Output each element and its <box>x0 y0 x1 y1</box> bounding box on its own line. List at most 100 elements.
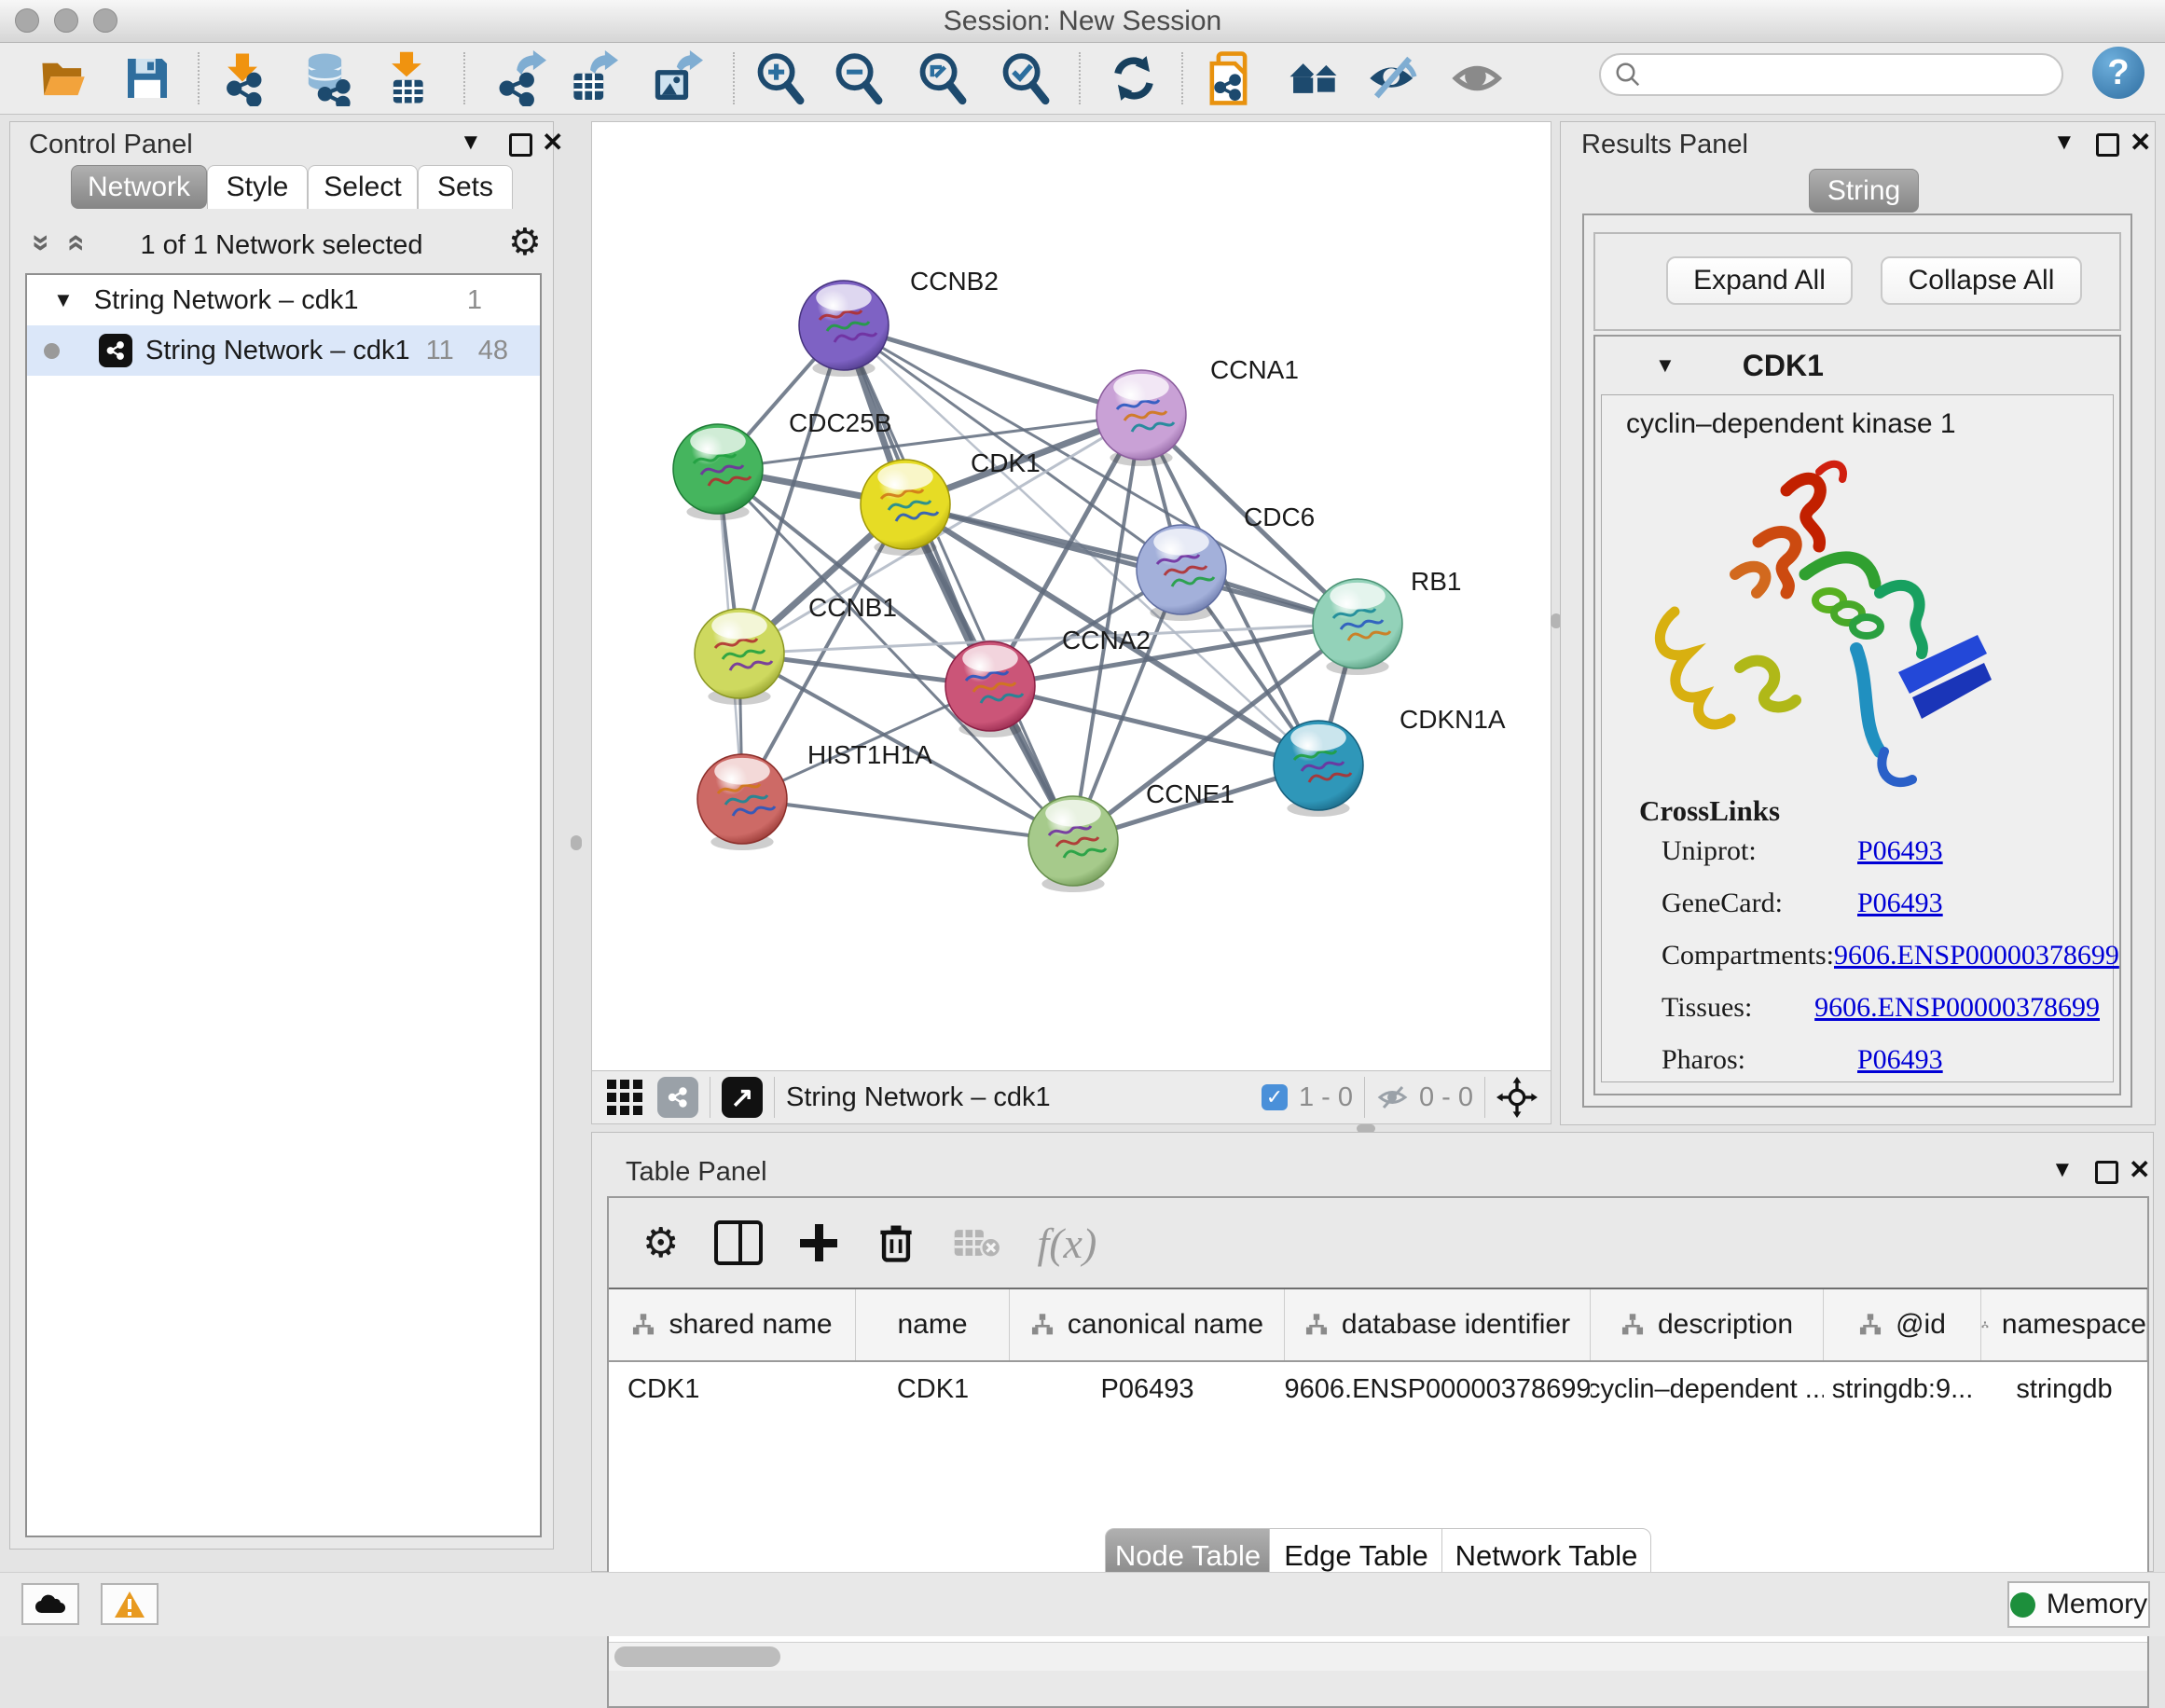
table-cell[interactable]: 9606.ENSP00000378699 <box>1285 1362 1591 1416</box>
delete-column-trash-icon[interactable] <box>875 1220 917 1265</box>
crosslink-label: Tissues: <box>1662 992 1814 1024</box>
table-panel-title: Table Panel <box>626 1157 767 1188</box>
crosslink-link[interactable]: 9606.ENSP00000378699 <box>1814 992 2100 1024</box>
export-image-button[interactable] <box>647 50 703 106</box>
collapse-all-button[interactable]: Collapse All <box>1881 256 2082 305</box>
copy-network-button[interactable] <box>1204 50 1260 106</box>
table-cell[interactable]: CDK1 <box>609 1362 856 1416</box>
zoom-in-button[interactable] <box>752 50 807 106</box>
results-panel-collapse-icon[interactable]: ▼ <box>2053 130 2075 156</box>
tab-string[interactable]: String <box>1809 169 1919 213</box>
selected-checkbox-icon[interactable]: ✓ <box>1262 1084 1288 1110</box>
delete-table-icon <box>953 1224 1001 1261</box>
control-panel-close-icon[interactable]: ✕ <box>542 130 563 156</box>
network-node-ccnb1[interactable]: CCNB1 <box>695 593 897 705</box>
control-panel-collapse-icon[interactable]: ▼ <box>460 130 482 156</box>
network-edge[interactable] <box>742 799 1073 841</box>
column-header--id[interactable]: @id <box>1824 1289 1981 1360</box>
expand-all-button[interactable]: Expand All <box>1666 256 1853 305</box>
network-node-rb1[interactable]: RB1 <box>1313 567 1461 675</box>
pan-crosshair-icon[interactable] <box>1496 1077 1538 1118</box>
toolbar-separator <box>733 52 735 104</box>
network-node-ccna1[interactable]: CCNA1 <box>1096 355 1299 466</box>
table-panel-close-icon[interactable]: ✕ <box>2129 1157 2150 1183</box>
table-cell[interactable]: stringdb <box>1981 1362 2147 1416</box>
control-panel-float-icon[interactable] <box>509 133 532 157</box>
import-network-file-button[interactable] <box>214 50 270 106</box>
network-node-cdc25b[interactable]: CDC25B <box>673 408 891 520</box>
shared-column-icon <box>1981 1313 1989 1337</box>
table-settings-gear-icon[interactable]: ⚙ <box>642 1219 679 1267</box>
zoom-fit-icon <box>915 51 969 105</box>
network-node-cdkn1a[interactable]: CDKN1A <box>1274 705 1506 817</box>
tab-select[interactable]: Select <box>308 165 418 209</box>
crosslink-link[interactable]: P06493 <box>1857 1044 1943 1076</box>
grid-view-icon[interactable] <box>607 1080 642 1115</box>
refresh-button[interactable] <box>1106 50 1162 106</box>
results-panel-float-icon[interactable] <box>2096 133 2119 157</box>
table-horizontal-scrollbar[interactable] <box>609 1642 2147 1671</box>
show-all-networks-button[interactable] <box>1287 50 1343 106</box>
warnings-button[interactable] <box>101 1583 159 1625</box>
current-network-name: String Network – cdk1 <box>786 1082 1051 1113</box>
table-cell[interactable]: P06493 <box>1010 1362 1285 1416</box>
memory-button[interactable]: Memory <box>2007 1581 2150 1628</box>
zoom-fit-button[interactable] <box>914 50 970 106</box>
tab-network[interactable]: Network <box>71 165 207 209</box>
column-header-namespace[interactable]: namespace <box>1981 1289 2147 1360</box>
import-network-database-button[interactable] <box>300 50 356 106</box>
table-panel-float-icon[interactable] <box>2095 1161 2118 1184</box>
network-graph[interactable]: CCNB2CCNA1CDC25BCDK1CDC6RB1CCNB1CCNA2CDK… <box>592 122 1551 1071</box>
network-node-cdk1[interactable]: CDK1 <box>861 448 1041 556</box>
node-label: RB1 <box>1411 567 1461 596</box>
import-table-button[interactable] <box>379 50 434 106</box>
column-header-canonical-name[interactable]: canonical name <box>1010 1289 1285 1360</box>
network-canvas[interactable]: CCNB2CCNA1CDC25BCDK1CDC6RB1CCNB1CCNA2CDK… <box>591 121 1551 1072</box>
zoom-out-button[interactable] <box>830 50 886 106</box>
search-input[interactable] <box>1642 60 2037 90</box>
table-panel-collapse-icon[interactable]: ▼ <box>2051 1157 2074 1183</box>
export-network-button[interactable] <box>490 50 546 106</box>
zoom-selected-button[interactable] <box>997 50 1053 106</box>
export-table-button[interactable] <box>562 50 618 106</box>
column-header-description[interactable]: description <box>1591 1289 1824 1360</box>
table-cell[interactable]: CDK1 <box>856 1362 1010 1416</box>
show-columns-icon[interactable] <box>714 1220 763 1265</box>
cloud-services-button[interactable] <box>21 1583 79 1625</box>
network-edge[interactable] <box>844 325 1141 415</box>
column-header-database-identifier[interactable]: database identifier <box>1285 1289 1591 1360</box>
left-splitter-handle[interactable] <box>571 835 582 850</box>
crosslink-link[interactable]: P06493 <box>1857 835 1943 867</box>
table-cell[interactable]: stringdb:9... <box>1824 1362 1981 1416</box>
gene-card-header[interactable]: ▼ CDK1 <box>1595 337 2119 394</box>
scrollbar-thumb[interactable] <box>614 1646 780 1667</box>
save-session-button[interactable] <box>119 50 175 106</box>
open-session-button[interactable] <box>36 50 92 106</box>
tree-expand-caret-icon[interactable]: ▼ <box>53 288 74 312</box>
share-view-icon[interactable] <box>657 1077 698 1118</box>
show-eye-button[interactable] <box>1451 50 1507 106</box>
crosslink-link[interactable]: 9606.ENSP00000378699 <box>1834 940 2119 971</box>
crosslink-link[interactable]: P06493 <box>1857 888 1943 919</box>
table-cell[interactable]: cyclin–dependent ... <box>1591 1362 1824 1416</box>
network-node-hist1h1a[interactable]: HIST1H1A <box>697 740 932 850</box>
help-button[interactable]: ? <box>2092 47 2144 99</box>
column-header-name[interactable]: name <box>856 1289 1010 1360</box>
network-node-ccnb2[interactable]: CCNB2 <box>799 267 999 377</box>
add-column-icon[interactable] <box>798 1222 839 1263</box>
tab-sets[interactable]: Sets <box>418 165 513 209</box>
network-tree-root-row[interactable]: ▼ String Network – cdk1 1 <box>27 275 540 325</box>
results-panel-close-icon[interactable]: ✕ <box>2130 130 2151 156</box>
app-statusbar: Memory <box>0 1572 2165 1636</box>
network-tree-child-row[interactable]: String Network – cdk1 11 48 <box>27 325 540 376</box>
copy-network-icon <box>1204 50 1260 106</box>
column-header-shared-name[interactable]: shared name <box>609 1289 856 1360</box>
table-row[interactable]: CDK1CDK1P064939606.ENSP00000378699cyclin… <box>609 1362 2147 1416</box>
hide-selected-button[interactable] <box>1365 50 1421 106</box>
network-options-gear-icon[interactable]: ⚙ <box>508 221 542 264</box>
gene-collapse-caret-icon[interactable]: ▼ <box>1655 353 1675 378</box>
toolbar-search <box>1599 53 2063 96</box>
birdseye-view-icon[interactable]: ↗ <box>722 1077 763 1118</box>
gene-description: cyclin–dependent kinase 1 <box>1602 395 2113 440</box>
tab-style[interactable]: Style <box>207 165 308 209</box>
